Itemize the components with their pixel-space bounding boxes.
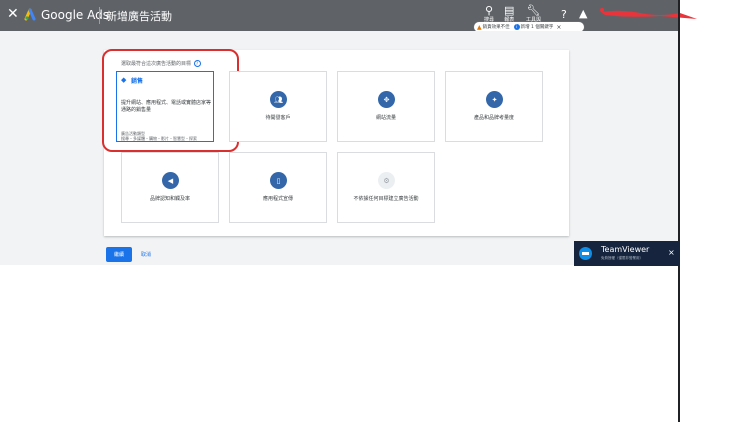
goal-card-consideration[interactable]: ✦ 產品和品牌考量度: [445, 71, 543, 142]
reports-button[interactable]: ▤ 報表: [504, 4, 514, 23]
google-ads-logo: [24, 8, 36, 21]
phone-icon: ▯: [270, 172, 287, 189]
teamviewer-name: TeamViewer: [601, 245, 650, 254]
cursor-icon: ✥: [378, 91, 395, 108]
cancel-button[interactable]: 取消: [141, 247, 151, 262]
teamviewer-logo-icon: [579, 247, 592, 260]
notice-close-icon[interactable]: ×: [556, 24, 561, 31]
goal-card-leads[interactable]: 👥︎ 待開發客戶: [229, 71, 327, 142]
goal-card-no-goal[interactable]: ⚙ 不依據任何目標建立廣告活動: [337, 152, 435, 223]
goal-card-traffic[interactable]: ✥ 網站流量: [337, 71, 435, 142]
goal-label: 不依據任何目標建立廣告活動: [353, 196, 419, 202]
help-icon: ?: [561, 8, 567, 21]
sparkle-icon: ✦: [486, 91, 503, 108]
warning-icon: ▲: [477, 23, 482, 31]
window-edge: [678, 0, 680, 422]
info-icon: i: [513, 24, 520, 30]
notifications-button[interactable]: ▲: [579, 7, 587, 20]
continue-button[interactable]: 繼續: [106, 247, 132, 262]
teamviewer-subtitle: 免費授權（僅限非營業用）: [601, 256, 643, 260]
highlight-annotation: [102, 49, 239, 152]
bell-icon: ▲: [579, 7, 588, 20]
goal-label: 品牌認知和觸及率: [149, 196, 190, 202]
help-button[interactable]: ?: [561, 8, 567, 21]
close-icon[interactable]: ✕: [7, 6, 19, 22]
tools-button[interactable]: 🔧︎ 工具與: [526, 4, 541, 23]
info-text: 新增 1 個關鍵字: [520, 25, 554, 30]
megaphone-icon: ◀: [162, 172, 179, 189]
goal-card-app[interactable]: ▯ 應用程式宣傳: [229, 152, 327, 223]
goal-label: 待開發客戶: [265, 115, 291, 121]
search-button[interactable]: ⚲ 搜尋: [484, 4, 494, 23]
goal-label: 應用程式宣傳: [262, 196, 293, 202]
goal-label: 產品和品牌考量度: [473, 115, 514, 121]
people-icon: 👥︎: [270, 91, 287, 108]
gear-icon: ⚙: [378, 172, 395, 189]
page-title: 新增廣告活動: [106, 10, 172, 23]
goal-label: 網站流量: [375, 115, 396, 121]
teamviewer-close-icon[interactable]: ×: [668, 248, 675, 257]
header-divider: [99, 7, 100, 24]
warning-text: 銷貨效果不佳: [482, 25, 510, 30]
goal-card-awareness[interactable]: ◀ 品牌認知和觸及率: [121, 152, 219, 223]
redaction-scribble: [600, 8, 697, 19]
teamviewer-popup[interactable]: TeamViewer 免費授權（僅限非營業用） ×: [574, 241, 680, 266]
